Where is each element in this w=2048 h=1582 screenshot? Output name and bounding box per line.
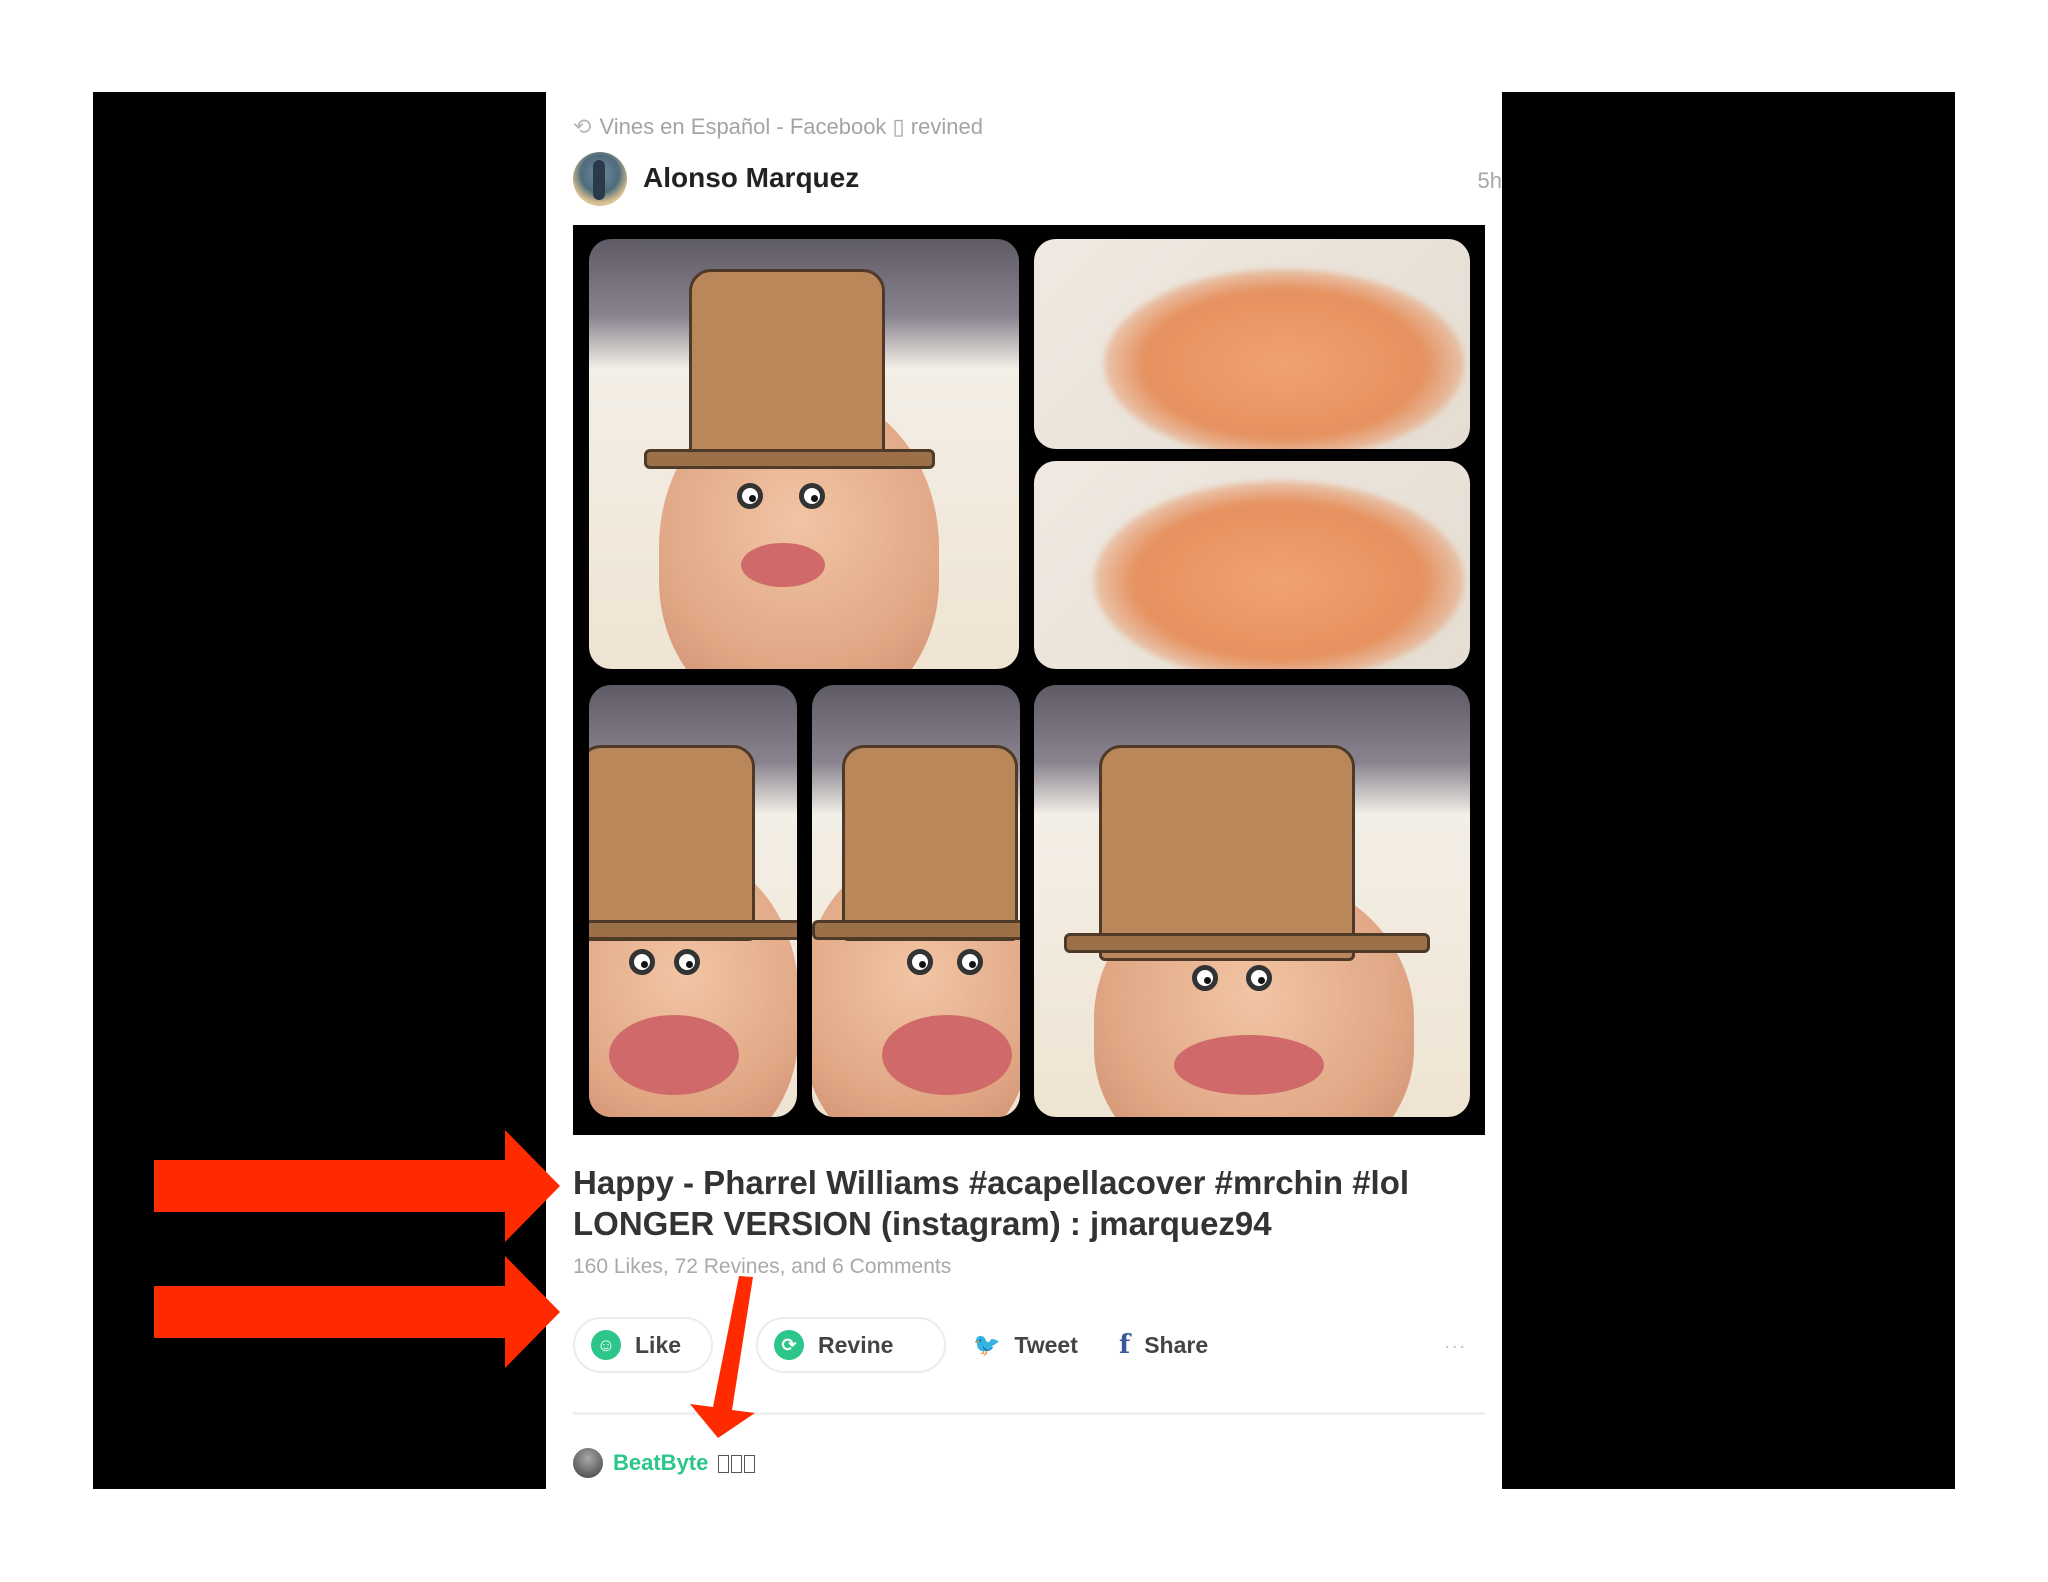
revine-button[interactable]: ⟳ Revine [756, 1317, 946, 1373]
like-button[interactable]: ☺ Like [573, 1317, 713, 1373]
like-label: Like [635, 1331, 682, 1358]
comments-divider [573, 1412, 1485, 1415]
revine-icon: ⟳ [774, 1330, 804, 1360]
revine-icon: ⟲ [573, 114, 592, 139]
post-caption: Happy - Pharrel Williams #acapellacover … [573, 1162, 1473, 1244]
revine-attribution-text: Vines en Español - Facebook ▯ revined [599, 114, 983, 139]
video-frame-hand-1 [1034, 239, 1470, 449]
commenter-name[interactable]: BeatByte [613, 1450, 708, 1476]
share-label: Share [1144, 1331, 1209, 1358]
caption-line-1: Happy - Pharrel Williams #acapellacover … [573, 1164, 1410, 1201]
revine-attribution[interactable]: ⟲ Vines en Español - Facebook ▯ revined [573, 114, 983, 140]
facebook-icon: f [1119, 1330, 1131, 1360]
action-bar: ☺ Like ⟳ Revine 🐦 Tweet f Share ... [573, 1317, 1485, 1377]
comment-emoji-placeholders [718, 1450, 757, 1476]
video-frame-face-small-1 [589, 685, 797, 1117]
twitter-bird-icon: 🐦 [973, 1332, 1001, 1357]
author-name[interactable]: Alonso Marquez [643, 162, 859, 194]
post-timestamp: 5h [1477, 168, 1502, 193]
video-frame-hand-2 [1034, 461, 1470, 669]
comment-item: BeatByte [573, 1448, 757, 1478]
right-black-panel [1502, 92, 1955, 1489]
caption-line-2: LONGER VERSION (instagram) : jmarquez94 [573, 1205, 1272, 1242]
smile-icon: ☺ [591, 1330, 621, 1360]
revine-label: Revine [818, 1331, 894, 1358]
vine-post-card: ⟲ Vines en Español - Facebook ▯ revined … [546, 92, 1502, 1489]
post-stats[interactable]: 160 Likes, 72 Revines, and 6 Comments [573, 1255, 951, 1279]
video-frame-face-small-2 [812, 685, 1020, 1117]
video-frame-face-large [589, 239, 1019, 669]
share-button[interactable]: f Share [1119, 1317, 1208, 1373]
left-black-panel [93, 92, 546, 1489]
more-options-button[interactable]: ... [1444, 1331, 1467, 1354]
commenter-avatar[interactable] [573, 1448, 603, 1478]
video-thumbnail-collage[interactable] [573, 225, 1485, 1135]
video-frame-face-large-2 [1034, 685, 1470, 1117]
author-avatar[interactable] [573, 152, 627, 206]
tweet-button[interactable]: 🐦 Tweet [973, 1317, 1078, 1373]
tweet-label: Tweet [1014, 1331, 1078, 1358]
